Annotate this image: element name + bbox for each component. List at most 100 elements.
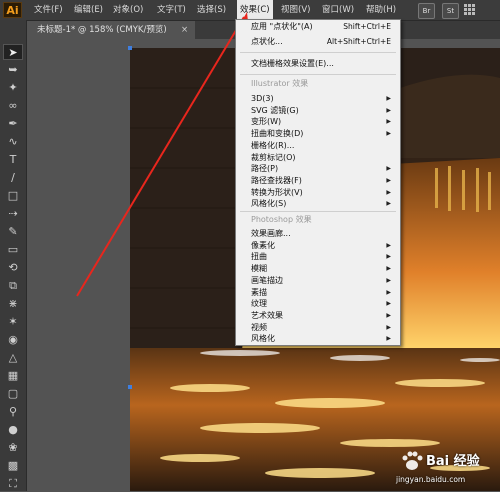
menu-apply-last-effect[interactable]: 应用 "点状化"(A) Shift+Ctrl+E xyxy=(251,21,391,33)
curvature-tool-icon[interactable]: ∿ xyxy=(3,134,23,150)
magic-wand-tool-icon[interactable]: ✦ xyxy=(3,80,23,96)
menu-type[interactable]: 文字(T) xyxy=(157,0,186,20)
submenu-arrow-icon: ▶ xyxy=(386,95,391,102)
menu-item-label: 3D(3) xyxy=(251,94,274,103)
symbol-sprayer-tool-icon[interactable]: ❀ xyxy=(3,440,23,456)
menu-window[interactable]: 窗口(W) xyxy=(322,0,354,20)
submenu-arrow-icon: ▶ xyxy=(386,165,391,173)
photoshop-effect-item-7[interactable]: 艺术效果 ▶ xyxy=(251,310,391,322)
submenu-arrow-icon: ▶ xyxy=(386,311,391,319)
menu-item-label: 点状化... xyxy=(251,37,283,46)
menu-item-label: 栅格化(R)... xyxy=(251,140,295,150)
menu-item-label: 路径查找器(F) xyxy=(251,175,302,185)
menu-item-label: 素描 xyxy=(251,287,267,297)
menu-effect[interactable]: 效果(C) xyxy=(237,0,273,20)
illustrator-effects-header: Illustrator 效果 xyxy=(251,79,309,88)
illustrator-effect-item-0[interactable]: 3D(3) ▶ xyxy=(251,93,391,105)
menu-shortcut: Shift+Ctrl+E xyxy=(343,22,391,31)
submenu-arrow-icon: ▶ xyxy=(386,265,391,273)
shaper-tool-icon[interactable]: ✎ xyxy=(3,224,23,240)
eraser-tool-icon[interactable]: ▭ xyxy=(3,242,23,258)
puppet-warp-tool-icon[interactable]: ✶ xyxy=(3,314,23,330)
rectangle-tool-icon[interactable]: □ xyxy=(3,188,23,204)
menu-last-effect[interactable]: 点状化... Alt+Shift+Ctrl+E xyxy=(251,36,391,48)
menu-file[interactable]: 文件(F) xyxy=(34,0,63,20)
submenu-arrow-icon: ▶ xyxy=(386,118,391,126)
menu-item-label: 变形(W) xyxy=(251,117,282,127)
menu-shortcut: Alt+Shift+Ctrl+E xyxy=(326,37,391,46)
menu-item-label: 路径(P) xyxy=(251,164,279,174)
menu-item-label: 效果画廊... xyxy=(251,229,291,238)
bridge-button[interactable]: Br xyxy=(418,3,435,19)
pen-tool-icon[interactable]: ✒ xyxy=(3,116,23,132)
menu-view[interactable]: 视图(V) xyxy=(281,0,310,20)
document-tab[interactable]: 未标题-1* @ 158% (CMYK/预览) × xyxy=(27,21,195,39)
gradient-tool-icon[interactable]: ▢ xyxy=(3,386,23,402)
direct-selection-tool-icon[interactable]: ➥ xyxy=(3,62,23,78)
menu-object[interactable]: 对象(O) xyxy=(113,0,143,20)
rotate-tool-icon[interactable]: ⟲ xyxy=(3,260,23,276)
scale-tool-icon[interactable]: ⧉ xyxy=(3,278,23,294)
illustrator-effect-item-2[interactable]: 变形(W) ▶ xyxy=(251,116,391,128)
artboard-tool-icon[interactable]: ⛶ xyxy=(3,476,23,492)
illustrator-effect-item-8[interactable]: 转换为形状(V) ▶ xyxy=(251,187,391,199)
menu-doc-raster-settings[interactable]: 文档栅格效果设置(E)... xyxy=(251,58,391,70)
width-tool-icon[interactable]: ⋇ xyxy=(3,296,23,312)
menu-item-label: 风格化(S) xyxy=(251,199,287,209)
illustrator-effect-item-9[interactable]: 风格化(S) ▶ xyxy=(251,198,391,210)
menu-select[interactable]: 选择(S) xyxy=(197,0,226,20)
photoshop-effect-item-2[interactable]: 扭曲 ▶ xyxy=(251,251,391,263)
illustrator-effect-item-6[interactable]: 路径(P) ▶ xyxy=(251,163,391,175)
menu-edit[interactable]: 编辑(E) xyxy=(74,0,103,20)
close-icon[interactable]: × xyxy=(181,21,188,39)
mesh-tool-icon[interactable]: ▦ xyxy=(3,368,23,384)
blend-tool-icon[interactable]: ● xyxy=(3,422,23,438)
line-tool-icon[interactable]: ∕ xyxy=(3,170,23,186)
selection-handle[interactable] xyxy=(128,385,132,389)
workspace-grid-icon[interactable] xyxy=(464,4,476,16)
illustrator-logo: Ai xyxy=(3,2,22,18)
menu-separator xyxy=(240,52,396,53)
menu-separator xyxy=(240,74,396,75)
illustrator-effect-item-1[interactable]: SVG 滤镜(G) ▶ xyxy=(251,105,391,117)
photoshop-effects-header: Photoshop 效果 xyxy=(251,215,312,224)
menu-item-label: 扭曲和变换(D) xyxy=(251,129,304,139)
photoshop-effect-item-0[interactable]: 效果画廊... xyxy=(251,228,391,240)
effect-dropdown-menu: 应用 "点状化"(A) Shift+Ctrl+E 点状化... Alt+Shif… xyxy=(235,19,401,346)
illustrator-effect-item-5[interactable]: 裁剪标记(O) xyxy=(251,152,391,164)
selection-handle[interactable] xyxy=(128,46,132,50)
photoshop-effect-item-1[interactable]: 像素化 ▶ xyxy=(251,240,391,252)
illustrator-effect-item-3[interactable]: 扭曲和变换(D) ▶ xyxy=(251,128,391,140)
submenu-arrow-icon: ▶ xyxy=(386,276,391,284)
menu-help[interactable]: 帮助(H) xyxy=(366,0,396,20)
photoshop-effect-item-8[interactable]: 视频 ▶ xyxy=(251,322,391,334)
photoshop-effect-item-9[interactable]: 风格化 ▶ xyxy=(251,333,391,345)
watermark-url: jingyan.baidu.com xyxy=(396,475,466,484)
menu-item-label: 纹理 xyxy=(251,299,267,309)
illustrator-effect-item-7[interactable]: 路径查找器(F) ▶ xyxy=(251,175,391,187)
eyedropper-tool-icon[interactable]: ⚲ xyxy=(3,404,23,420)
column-graph-tool-icon[interactable]: ▩ xyxy=(3,458,23,474)
menu-item-label: 裁剪标记(O) xyxy=(251,152,296,162)
photoshop-effect-item-3[interactable]: 模糊 ▶ xyxy=(251,263,391,275)
type-tool-icon[interactable]: T xyxy=(3,152,23,168)
lasso-tool-icon[interactable]: ∞ xyxy=(3,98,23,114)
menu-item-label: SVG 滤镜(G) xyxy=(251,105,299,115)
photoshop-effect-item-5[interactable]: 素描 ▶ xyxy=(251,287,391,299)
menu-item-label: 视频 xyxy=(251,322,267,332)
document-tab-title: 未标题-1* @ 158% (CMYK/预览) xyxy=(37,25,167,35)
photoshop-effect-item-4[interactable]: 画笔描边 ▶ xyxy=(251,275,391,287)
selection-tool-icon[interactable]: ➤ xyxy=(3,44,23,60)
baidu-jingyan-watermark: Bai 经验 jingyan.baidu.com xyxy=(392,446,500,491)
menu-item-label: 扭曲 xyxy=(251,252,267,262)
stock-button[interactable]: St xyxy=(442,3,459,19)
paintbrush-tool-icon[interactable]: ⇢ xyxy=(3,206,23,222)
submenu-arrow-icon: ▶ xyxy=(386,106,391,114)
perspective-grid-tool-icon[interactable]: △ xyxy=(3,350,23,366)
shape-builder-tool-icon[interactable]: ◉ xyxy=(3,332,23,348)
submenu-arrow-icon: ▶ xyxy=(386,335,391,343)
submenu-arrow-icon: ▶ xyxy=(386,188,391,196)
photoshop-effect-item-6[interactable]: 纹理 ▶ xyxy=(251,298,391,310)
menu-item-label: 应用 "点状化"(A) xyxy=(251,22,313,31)
illustrator-effect-item-4[interactable]: 栅格化(R)... xyxy=(251,140,391,152)
